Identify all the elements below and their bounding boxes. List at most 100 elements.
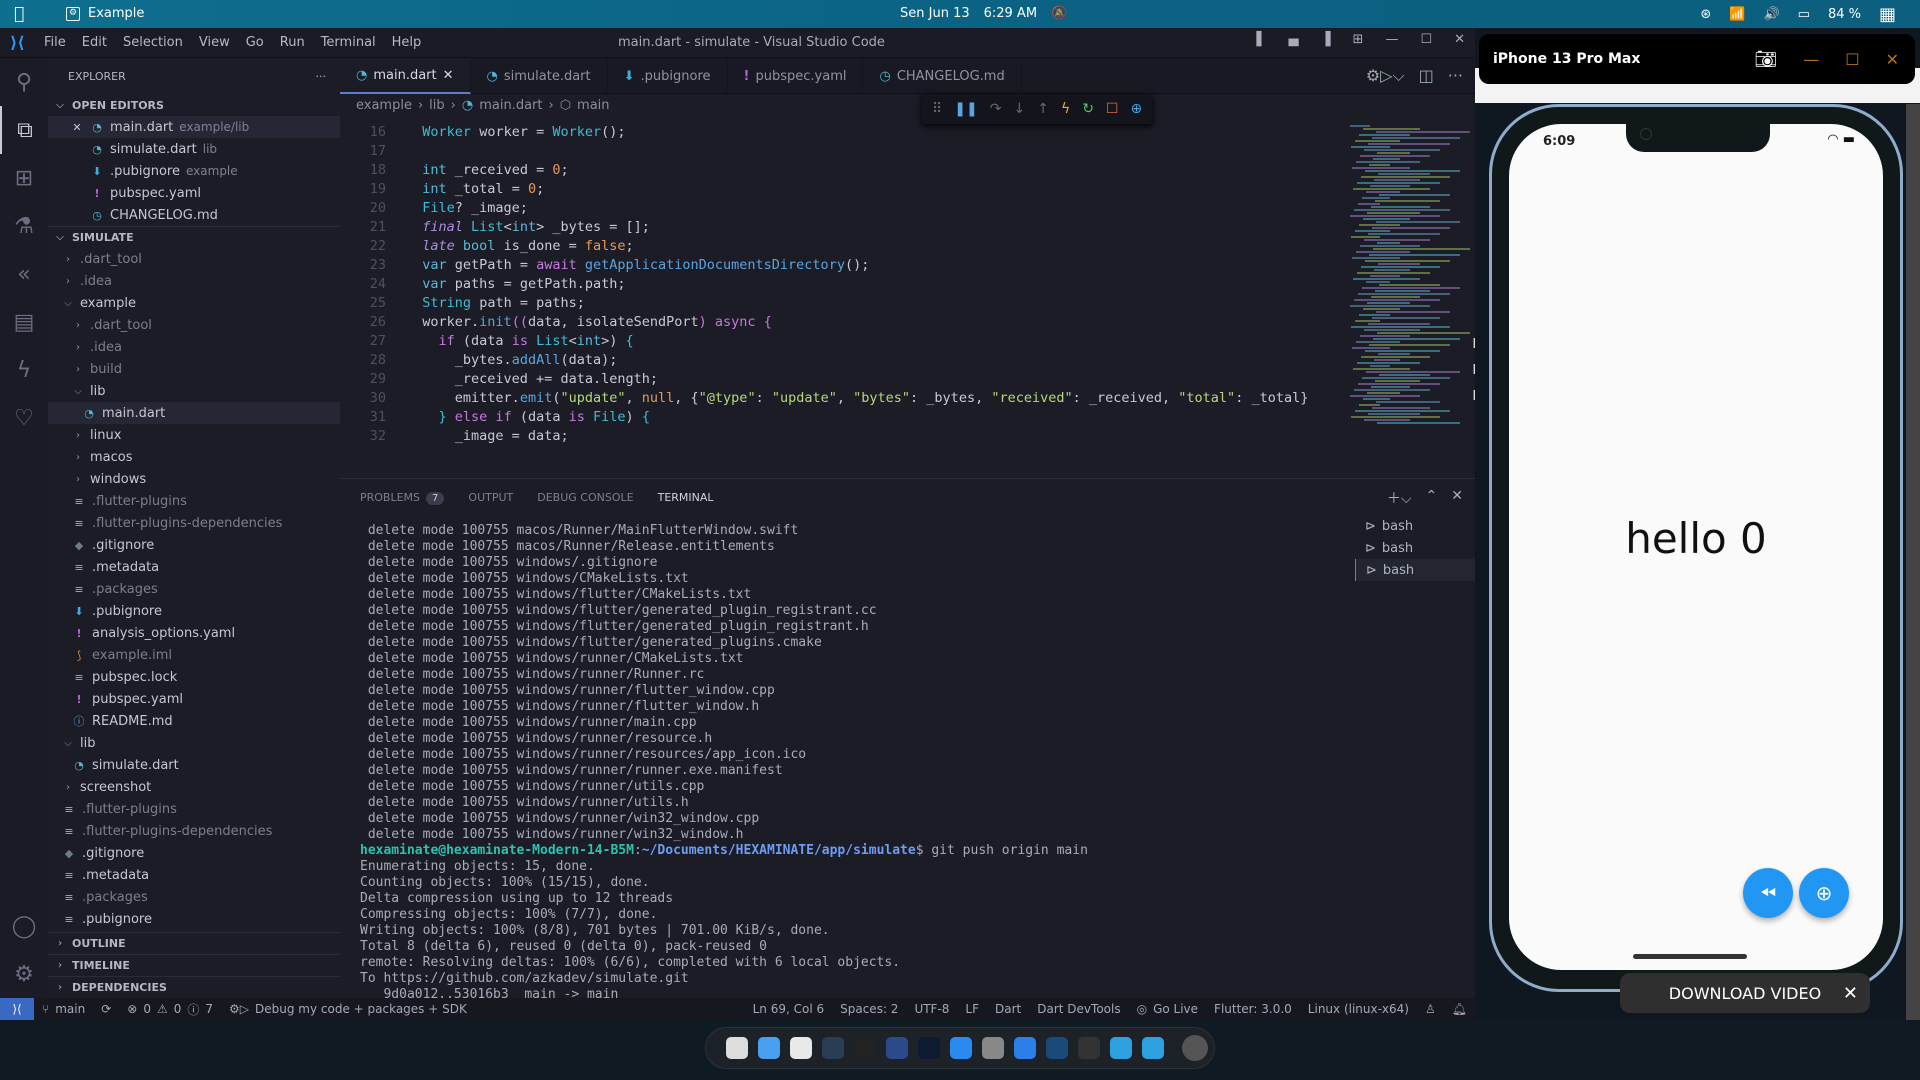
tree-item[interactable]: ! analysis_options.yaml bbox=[48, 622, 340, 644]
dock-lightroom-icon[interactable] bbox=[918, 1037, 940, 1059]
toggle-panel-icon[interactable]: ▄ bbox=[1289, 32, 1299, 47]
new-terminal-icon[interactable]: ＋⌵ bbox=[1387, 488, 1412, 508]
close-icon[interactable]: ✕ bbox=[70, 121, 84, 134]
menu-file[interactable]: File bbox=[44, 35, 66, 50]
section-timeline[interactable]: › TIMELINE bbox=[48, 954, 340, 976]
pause-icon[interactable]: ❚❚ bbox=[954, 101, 977, 117]
close-button[interactable]: ✕ bbox=[1454, 32, 1465, 47]
tree-item[interactable]: › build bbox=[48, 358, 340, 380]
tree-item[interactable]: › .dart_tool bbox=[48, 248, 340, 270]
layout-icon[interactable]: ▦ bbox=[1879, 4, 1896, 25]
notifications-bell-icon[interactable]: 🔔︎ bbox=[1452, 1002, 1467, 1016]
branch-indicator[interactable]: ⑂ main bbox=[42, 1002, 85, 1016]
terminal-instance[interactable]: ⊳ bash bbox=[1355, 559, 1475, 581]
workspace-section[interactable]: ⌵ SIMULATE bbox=[48, 226, 340, 248]
dock-vs-code-icon[interactable] bbox=[822, 1037, 844, 1059]
tree-item[interactable]: › windows bbox=[48, 468, 340, 490]
tab-problems[interactable]: PROBLEMS 7 bbox=[360, 491, 445, 505]
menu-help[interactable]: Help bbox=[392, 35, 422, 50]
tree-item[interactable]: ⌵ lib bbox=[48, 732, 340, 754]
open-editor-item[interactable]: ! pubspec.yaml bbox=[48, 182, 340, 204]
extensions-icon[interactable]: ⊞ bbox=[0, 154, 48, 202]
breadcrumb-item[interactable]: main bbox=[577, 98, 609, 113]
feedback-icon[interactable]: ♙ bbox=[1425, 1002, 1436, 1016]
tree-item[interactable]: › .idea bbox=[48, 270, 340, 292]
notes-icon[interactable]: ▤ bbox=[0, 298, 48, 346]
dock-app-store-icon[interactable] bbox=[950, 1037, 972, 1059]
dock-app-grid-icon[interactable] bbox=[726, 1037, 748, 1059]
section-outline[interactable]: › OUTLINE bbox=[48, 932, 340, 954]
minimize-button[interactable]: — bbox=[1385, 32, 1398, 47]
step-out-icon[interactable]: ↑ bbox=[1037, 101, 1049, 117]
code-editor[interactable]: 16 Worker worker = Worker(); 17 18 int _r… bbox=[340, 124, 1340, 447]
download-video-snackbar[interactable]: DOWNLOAD VIDEO ✕ bbox=[1620, 973, 1870, 1013]
active-app[interactable]: ⚙ Example bbox=[66, 6, 144, 21]
tree-item[interactable]: ≡ .flutter-plugins bbox=[48, 798, 340, 820]
flutter-version[interactable]: Flutter: 3.0.0 bbox=[1214, 1002, 1292, 1016]
dock-finder-icon[interactable] bbox=[758, 1037, 780, 1059]
tree-item[interactable]: ⓘ README.md bbox=[48, 710, 340, 732]
minimize-button[interactable]: — bbox=[1803, 50, 1819, 69]
scrollbar[interactable] bbox=[1906, 104, 1920, 1020]
wifi-icon[interactable]: 📶 bbox=[1729, 7, 1745, 22]
tree-item[interactable]: ≡ .flutter-plugins-dependencies bbox=[48, 820, 340, 842]
more-actions-icon[interactable]: ··· bbox=[316, 70, 327, 83]
tree-item[interactable]: ≡ .metadata bbox=[48, 556, 340, 578]
tree-item[interactable]: ⟆ example.iml bbox=[48, 644, 340, 666]
settings-gear-icon[interactable]: ⚙ bbox=[0, 950, 48, 998]
menu-terminal[interactable]: Terminal bbox=[321, 35, 376, 50]
remote-icon[interactable]: ⟩⟨ bbox=[0, 998, 34, 1020]
tree-item[interactable]: › .dart_tool bbox=[48, 314, 340, 336]
dock-chrome-icon[interactable] bbox=[790, 1037, 812, 1059]
dock-player-icon[interactable] bbox=[1014, 1037, 1036, 1059]
screenshot-camera-icon[interactable]: 📷︎ bbox=[1754, 49, 1777, 70]
breadcrumb-item[interactable]: example bbox=[356, 98, 412, 113]
terminal-instance[interactable]: ⊳ bash bbox=[1355, 537, 1475, 559]
tree-item[interactable]: › .idea bbox=[48, 336, 340, 358]
tree-item[interactable]: ≡ .flutter-plugins bbox=[48, 490, 340, 512]
hot-reload-icon[interactable]: ϟ bbox=[1061, 101, 1070, 117]
terminal-output[interactable]: delete mode 100755 macos/Runner/MainFlut… bbox=[360, 523, 1360, 1019]
tree-item[interactable]: ! pubspec.yaml bbox=[48, 688, 340, 710]
tree-item[interactable]: ⌵ lib bbox=[48, 380, 340, 402]
breadcrumb-item[interactable]: main.dart bbox=[479, 98, 542, 113]
go-live[interactable]: ◎ Go Live bbox=[1137, 1002, 1198, 1016]
tree-item[interactable]: ≡ .pubignore bbox=[48, 908, 340, 930]
close-panel-icon[interactable]: ✕ bbox=[1451, 488, 1463, 508]
lightning-icon[interactable]: ϟ bbox=[0, 346, 48, 394]
tree-item[interactable]: ≡ .packages bbox=[48, 578, 340, 600]
terminal-instance[interactable]: ⊳ bash bbox=[1355, 515, 1475, 537]
breadcrumb-item[interactable]: lib bbox=[429, 98, 444, 113]
tree-item[interactable]: ◔ main.dart bbox=[48, 402, 340, 424]
heart-icon[interactable]: ♡ bbox=[0, 394, 48, 442]
cursor-position[interactable]: Ln 69, Col 6 bbox=[753, 1002, 825, 1016]
close-icon[interactable]: ✕ bbox=[1843, 983, 1858, 1004]
apple-icon[interactable]:  bbox=[14, 4, 24, 24]
tree-item[interactable]: ≡ .packages bbox=[48, 886, 340, 908]
close-icon[interactable]: ✕ bbox=[443, 68, 454, 83]
menu-edit[interactable]: Edit bbox=[82, 35, 107, 50]
end-of-line[interactable]: LF bbox=[965, 1002, 979, 1016]
tab-pubspec-yaml[interactable]: ! pubspec.yaml bbox=[728, 58, 864, 94]
language-mode[interactable]: Dart bbox=[995, 1002, 1021, 1016]
open-editor-item[interactable]: ◷ CHANGELOG.md bbox=[48, 204, 340, 226]
step-into-icon[interactable]: ↓ bbox=[1013, 101, 1025, 117]
open-editor-item[interactable]: ⬇ .pubignore example bbox=[48, 160, 340, 182]
battery-icon[interactable]: ▭ bbox=[1798, 7, 1810, 22]
menu-run[interactable]: Run bbox=[280, 35, 305, 50]
tab-debug-console[interactable]: DEBUG CONSOLE bbox=[537, 491, 633, 504]
tree-item[interactable]: ◔ simulate.dart bbox=[48, 754, 340, 776]
close-button[interactable]: ✕ bbox=[1886, 50, 1899, 69]
tree-item[interactable]: ≡ .metadata bbox=[48, 864, 340, 886]
section-dependencies[interactable]: › DEPENDENCIES bbox=[48, 976, 340, 998]
dock-settings-icon[interactable] bbox=[982, 1037, 1004, 1059]
steering-icon[interactable]: ⊛ bbox=[1700, 7, 1711, 22]
open-editor-item[interactable]: ✕ ◔ main.dart example/lib bbox=[48, 116, 340, 138]
dock-toggle-icon[interactable] bbox=[886, 1037, 908, 1059]
tree-item[interactable]: ⬇ .pubignore bbox=[48, 600, 340, 622]
tree-item[interactable]: ⌵ example bbox=[48, 292, 340, 314]
tab-output[interactable]: OUTPUT bbox=[468, 491, 513, 504]
stop-icon[interactable]: ☐ bbox=[1106, 101, 1119, 117]
tree-item[interactable]: ≡ .flutter-plugins-dependencies bbox=[48, 512, 340, 534]
sync-icon[interactable]: ⟳ bbox=[101, 1002, 111, 1016]
